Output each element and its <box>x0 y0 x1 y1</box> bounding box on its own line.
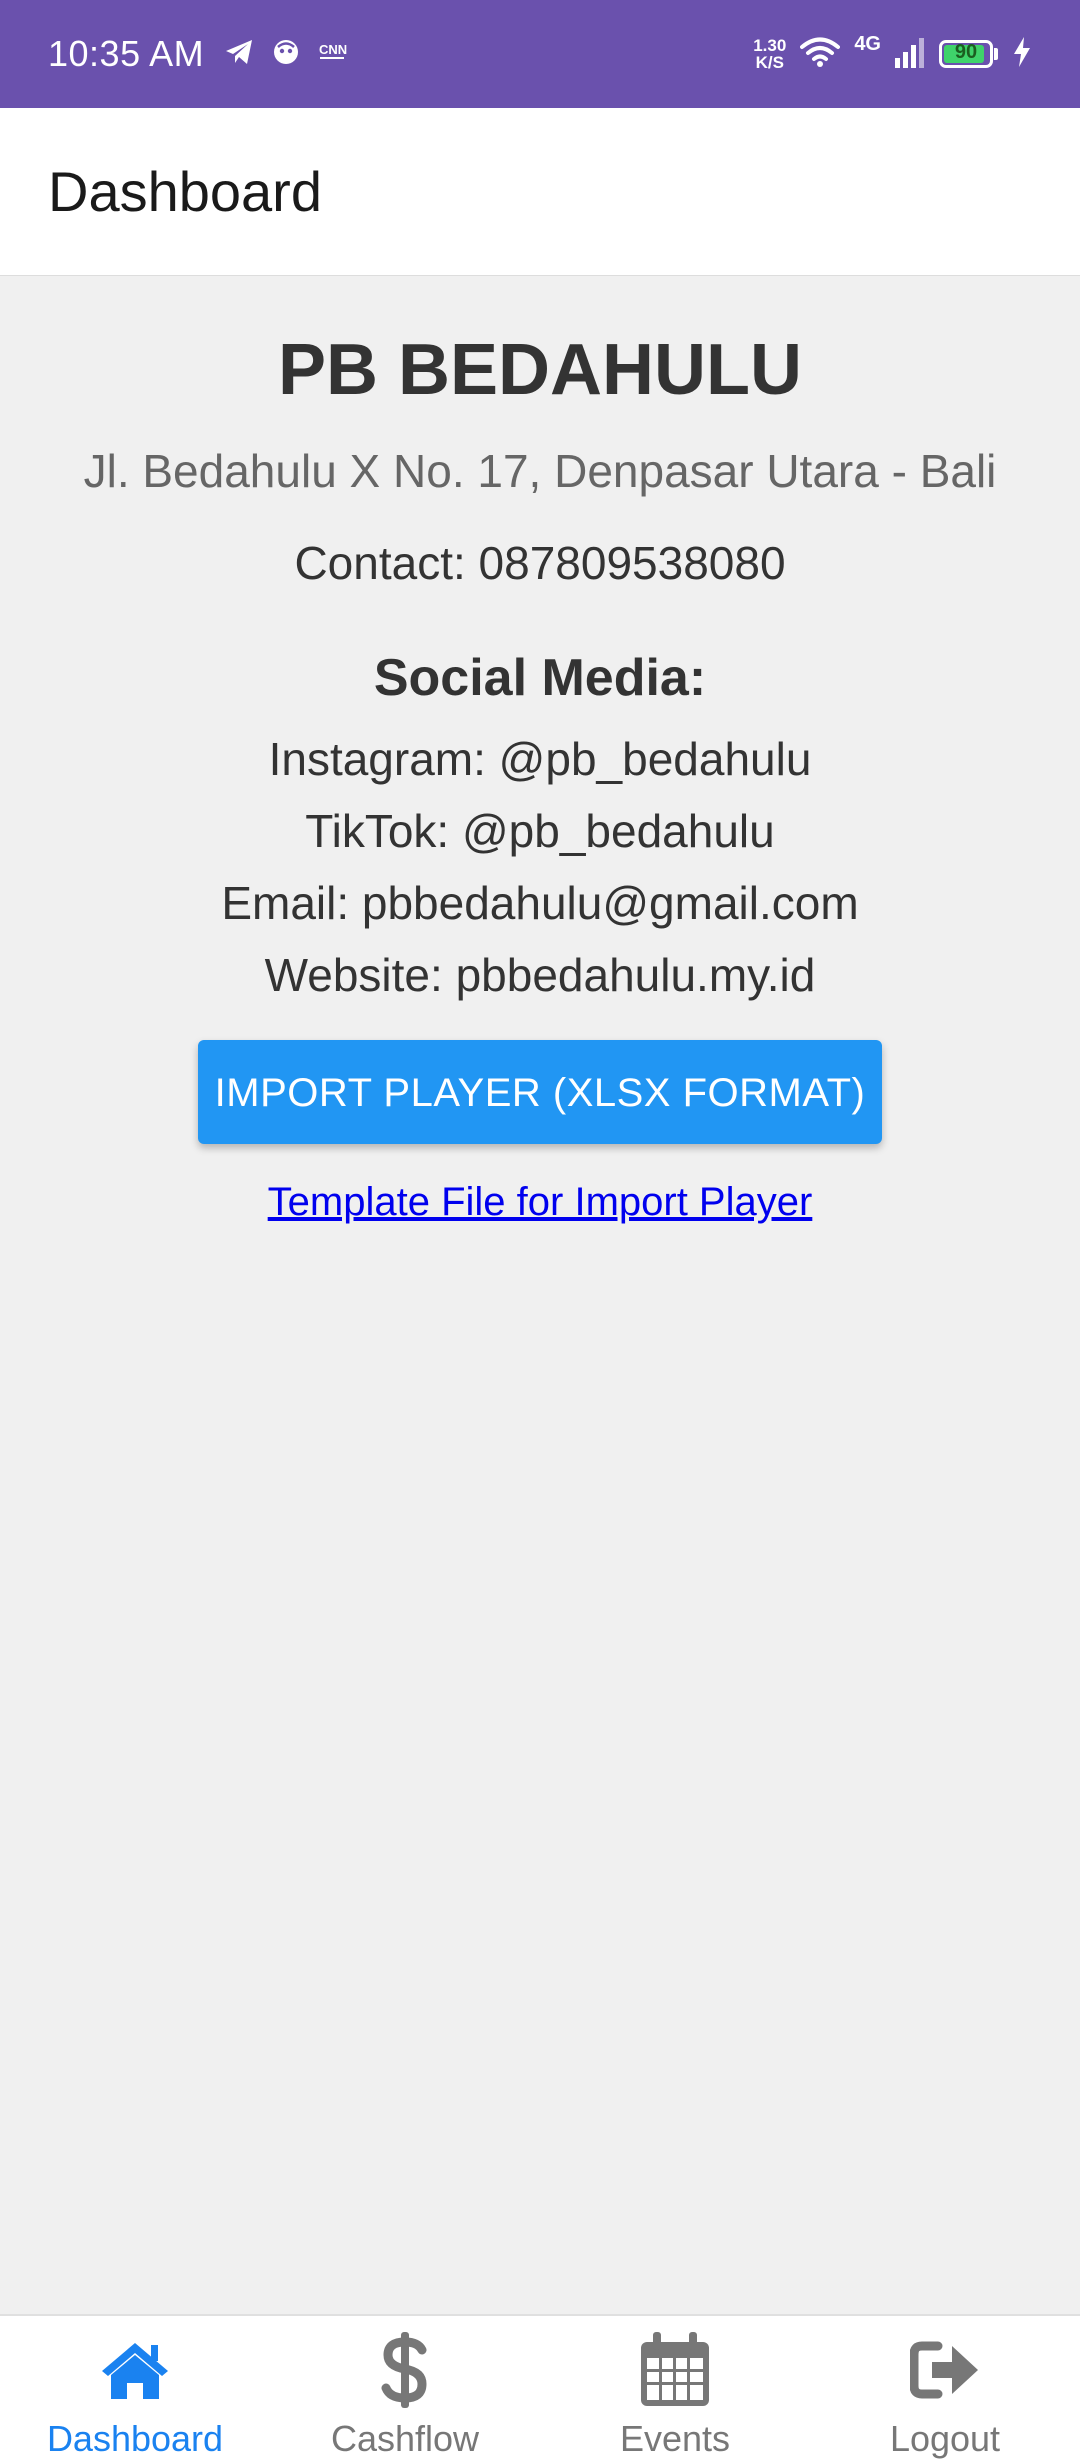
logout-icon <box>905 2330 985 2410</box>
social-website: Website: pbbedahulu.my.id <box>264 949 816 1001</box>
telegram-icon <box>224 38 254 71</box>
dashboard-content: PB BEDAHULU Jl. Bedahulu X No. 17, Denpa… <box>0 276 1080 1225</box>
nav-label-cashflow: Cashflow <box>330 2418 480 2459</box>
nav-label-events: Events <box>619 2418 731 2459</box>
charging-icon <box>1012 36 1032 73</box>
nav-item-events[interactable]: Events <box>540 2316 810 2462</box>
club-address: Jl. Bedahulu X No. 17, Denpasar Utara - … <box>83 445 997 497</box>
calendar-icon <box>635 2330 715 2410</box>
page-title: Dashboard <box>48 160 322 223</box>
wifi-icon <box>800 36 841 73</box>
net-speed-indicator: 1.30 K/S <box>753 37 786 71</box>
nav-item-cashflow[interactable]: Cashflow <box>270 2316 540 2462</box>
battery-icon: 90 <box>939 40 998 68</box>
club-name: PB BEDAHULU <box>277 330 802 410</box>
nav-label-logout: Logout <box>889 2418 1001 2459</box>
svg-text:CNN: CNN <box>319 42 347 57</box>
battery-level: 90 <box>954 41 978 63</box>
signal-icon <box>895 36 925 73</box>
social-instagram: Instagram: @pb_bedahulu <box>268 733 812 785</box>
social-media-heading: Social Media: <box>373 649 707 707</box>
net-speed-unit: K/S <box>755 53 784 72</box>
status-bar: 10:35 AM CNN 1.30 K/S 4G 90 <box>0 0 1080 108</box>
home-icon <box>95 2330 175 2410</box>
cnn-icon: CNN <box>318 40 348 69</box>
social-tiktok: TikTok: @pb_bedahulu <box>305 805 775 857</box>
app-header: Dashboard <box>0 108 1080 276</box>
nav-item-logout[interactable]: Logout <box>810 2316 1080 2462</box>
social-email: Email: pbbedahulu@gmail.com <box>221 877 859 929</box>
network-type: 4G <box>854 32 881 55</box>
status-right-group: 1.30 K/S 4G 90 <box>753 32 1032 73</box>
import-player-button[interactable]: IMPORT PLAYER (XLSX FORMAT) <box>198 1040 882 1144</box>
nav-label-dashboard: Dashboard <box>46 2418 224 2459</box>
status-time: 10:35 AM <box>48 33 205 74</box>
bottom-nav: Dashboard Cashflow Events Logout <box>0 2314 1080 2462</box>
nav-item-dashboard[interactable]: Dashboard <box>0 2316 270 2462</box>
status-notification-icons: CNN <box>224 38 348 71</box>
net-speed-value: 1.30 <box>753 36 787 55</box>
dollar-icon <box>365 2330 445 2410</box>
notification-face-icon <box>272 38 300 71</box>
club-contact: Contact: 087809538080 <box>294 537 786 589</box>
template-file-link[interactable]: Template File for Import Player <box>268 1180 813 1225</box>
